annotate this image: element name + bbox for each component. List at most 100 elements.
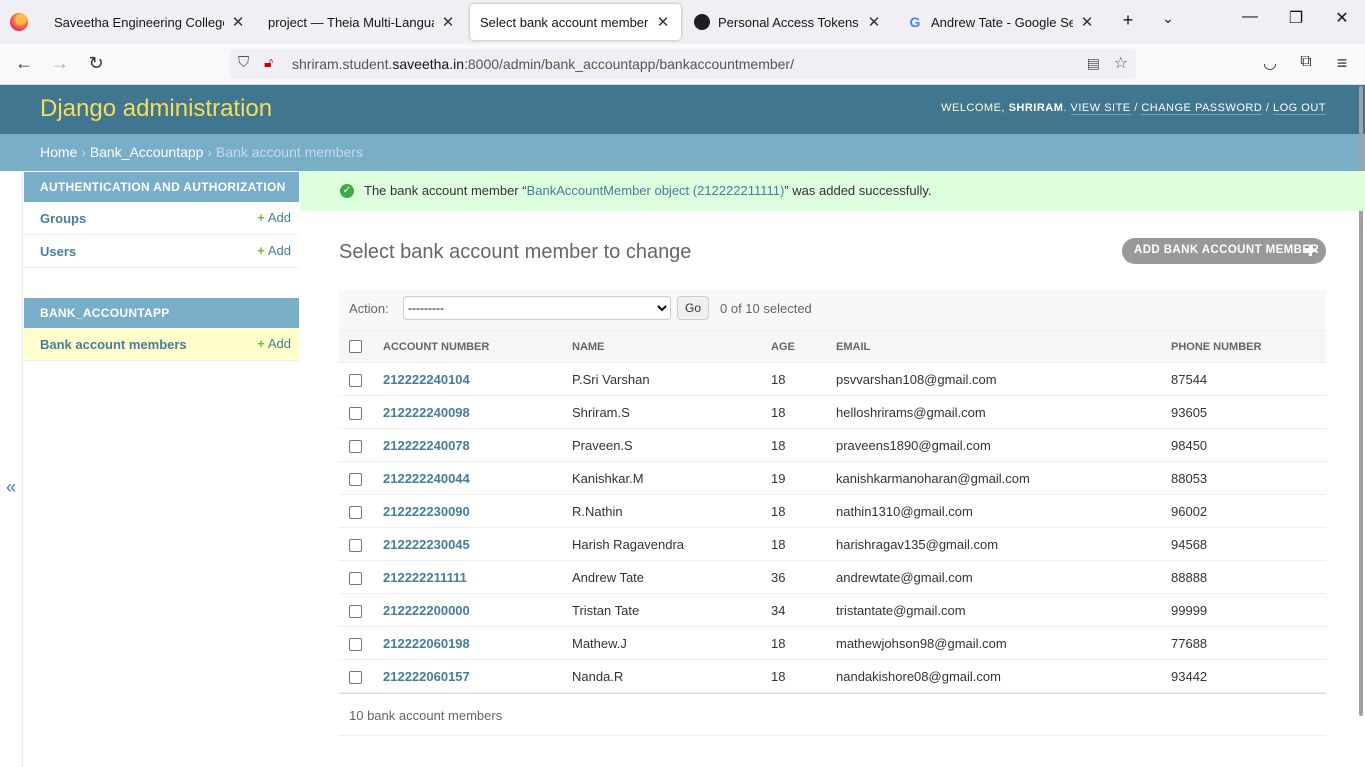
close-icon[interactable]: ✕ (1079, 13, 1095, 31)
name-cell: Mathew.J (562, 626, 761, 660)
module-caption[interactable]: Authentication and Authorization (24, 172, 299, 202)
account-number-link[interactable]: 212222200000 (383, 603, 470, 618)
tab-saveetha[interactable]: Saveetha Engineering College ✕ (44, 4, 256, 40)
browser-nav-bar: ← → ↻ ⛉ 🔓︎ shriram.student.saveetha.in:8… (0, 44, 1365, 85)
url-text[interactable]: shriram.student.saveetha.in:8000/admin/b… (292, 56, 794, 72)
tab-github-tokens[interactable]: Personal Access Tokens (Classic) ✕ (684, 4, 892, 40)
collapse-sidebar-icon[interactable]: « (6, 477, 16, 498)
column-header-account-number[interactable]: Account number (373, 330, 562, 363)
row-checkbox[interactable] (349, 373, 362, 387)
success-message: ✓ The bank account member “BankAccountMe… (300, 171, 1365, 211)
go-button[interactable]: Go (677, 296, 709, 320)
tab-select-member[interactable]: Select bank account member to change ✕ (470, 4, 681, 40)
row-select-cell (339, 527, 373, 561)
row-checkbox[interactable] (349, 406, 362, 420)
module-bank-accountapp: Bank_Accountapp Bank account members + Ad… (24, 298, 299, 361)
message-object-link[interactable]: BankAccountMember object (212222211111) (527, 183, 785, 198)
close-window-icon[interactable]: ✕ (1319, 8, 1365, 28)
restore-icon[interactable]: ❐ (1273, 8, 1319, 28)
insecure-lock-icon[interactable]: 🔓︎ (264, 54, 273, 71)
account-number-link[interactable]: 212222240104 (383, 372, 470, 387)
add-label: Add (267, 336, 291, 351)
extensions-icon[interactable]: ⧉ (1294, 53, 1318, 71)
welcome-text: Welcome, (941, 102, 1005, 114)
account-number-link[interactable]: 212222230090 (383, 504, 470, 519)
select-all-checkbox[interactable] (349, 340, 362, 353)
row-select-cell (339, 560, 373, 594)
firefox-menu-icon[interactable] (10, 13, 28, 31)
url-bar[interactable]: ⛉ 🔓︎ shriram.student.saveetha.in:8000/ad… (230, 49, 1136, 79)
account-number-link[interactable]: 212222060157 (383, 669, 470, 684)
user-tools: Welcome, shriram. View site / Change pas… (941, 102, 1326, 115)
account-number-link[interactable]: 212222240098 (383, 405, 470, 420)
add-link[interactable]: + Add (257, 336, 291, 351)
row-checkbox[interactable] (349, 439, 362, 453)
action-select[interactable]: --------- (403, 296, 671, 320)
account-number-link[interactable]: 212222060198 (383, 636, 470, 651)
module-caption[interactable]: Bank_Accountapp (24, 298, 299, 328)
age-cell: 18 (761, 428, 826, 462)
row-checkbox[interactable] (349, 637, 362, 651)
add-link[interactable]: + Add (257, 243, 291, 258)
shield-icon[interactable]: ⛉ (238, 54, 249, 71)
account-number-link[interactable]: 212222240078 (383, 438, 470, 453)
change-password-link[interactable]: Change password (1141, 102, 1263, 115)
add-link[interactable]: + Add (257, 210, 291, 225)
account-number-link[interactable]: 212222240044 (383, 471, 470, 486)
close-icon[interactable]: ✕ (230, 13, 246, 31)
account-number-cell: 212222240104 (373, 362, 562, 396)
row-checkbox[interactable] (349, 670, 362, 684)
column-header-age[interactable]: Age (761, 330, 826, 363)
add-bank-account-member-button[interactable]: Add bank account member ✚ (1122, 238, 1326, 264)
email-cell: andrewtate@gmail.com (826, 560, 1161, 594)
age-cell: 18 (761, 362, 826, 396)
sidebar-item-label[interactable]: Users (40, 244, 76, 259)
row-checkbox[interactable] (349, 505, 362, 519)
sidebar-item-label[interactable]: Groups (40, 211, 86, 226)
sidebar-item-label[interactable]: Bank account members (40, 337, 187, 352)
row-select-cell (339, 395, 373, 429)
minimize-icon[interactable]: — (1227, 8, 1273, 26)
tab-google-search[interactable]: G Andrew Tate - Google Search ✕ (897, 4, 1105, 40)
log-out-link[interactable]: Log out (1272, 102, 1326, 115)
column-header-name[interactable]: Name (562, 330, 761, 363)
name-cell: Harish Ragavendra (562, 527, 761, 561)
row-select-cell (339, 362, 373, 396)
breadcrumb-current: Bank account members (215, 144, 363, 160)
browser-tab-bar: Saveetha Engineering College ✕ project —… (0, 0, 1365, 44)
row-checkbox[interactable] (349, 538, 362, 552)
row-checkbox[interactable] (349, 472, 362, 486)
email-cell: nathin1310@gmail.com (826, 494, 1161, 528)
bookmark-star-icon[interactable]: ☆ (1114, 53, 1128, 73)
table-row: 212222240104 P.Sri Varshan 18 psvvarshan108… (339, 362, 1326, 396)
close-icon[interactable]: ✕ (440, 13, 456, 31)
toggle-nav-sidebar[interactable]: « (0, 171, 23, 767)
account-number-link[interactable]: 212222230045 (383, 537, 470, 552)
table-row: 212222230090 R.Nathin 18 nathin1310@gmail.c… (339, 494, 1326, 528)
new-tab-icon[interactable]: + (1116, 10, 1140, 31)
back-icon[interactable]: ← (12, 53, 36, 74)
row-checkbox[interactable] (349, 571, 362, 585)
message-text: The bank account member “ (364, 183, 527, 198)
row-checkbox[interactable] (349, 604, 362, 618)
column-header-email[interactable]: Email (826, 330, 1161, 363)
name-cell: Tristan Tate (562, 593, 761, 627)
google-icon: G (909, 14, 921, 30)
reader-view-icon[interactable]: ▤ (1087, 55, 1100, 72)
chevron-down-icon[interactable]: ⌄ (1156, 10, 1180, 27)
site-branding[interactable]: Django administration (40, 95, 272, 123)
reload-icon[interactable]: ↻ (84, 53, 108, 74)
column-header-phone-number[interactable]: Phone number (1161, 330, 1326, 363)
close-icon[interactable]: ✕ (866, 13, 882, 31)
close-icon[interactable]: ✕ (655, 13, 671, 31)
breadcrumb-home[interactable]: Home (40, 144, 77, 160)
plus-icon: ✚ (1304, 243, 1317, 260)
breadcrumb-app[interactable]: Bank_Accountapp (90, 144, 204, 160)
select-all-header (339, 330, 373, 363)
tab-theia[interactable]: project — Theia Multi-Language IDE ✕ (258, 4, 466, 40)
pocket-icon[interactable]: ◡ (1258, 53, 1282, 73)
view-site-link[interactable]: View site (1070, 102, 1131, 115)
hamburger-menu-icon[interactable]: ≡ (1330, 53, 1354, 74)
forward-icon[interactable]: → (48, 53, 72, 74)
account-number-link[interactable]: 212222211111 (383, 570, 467, 585)
